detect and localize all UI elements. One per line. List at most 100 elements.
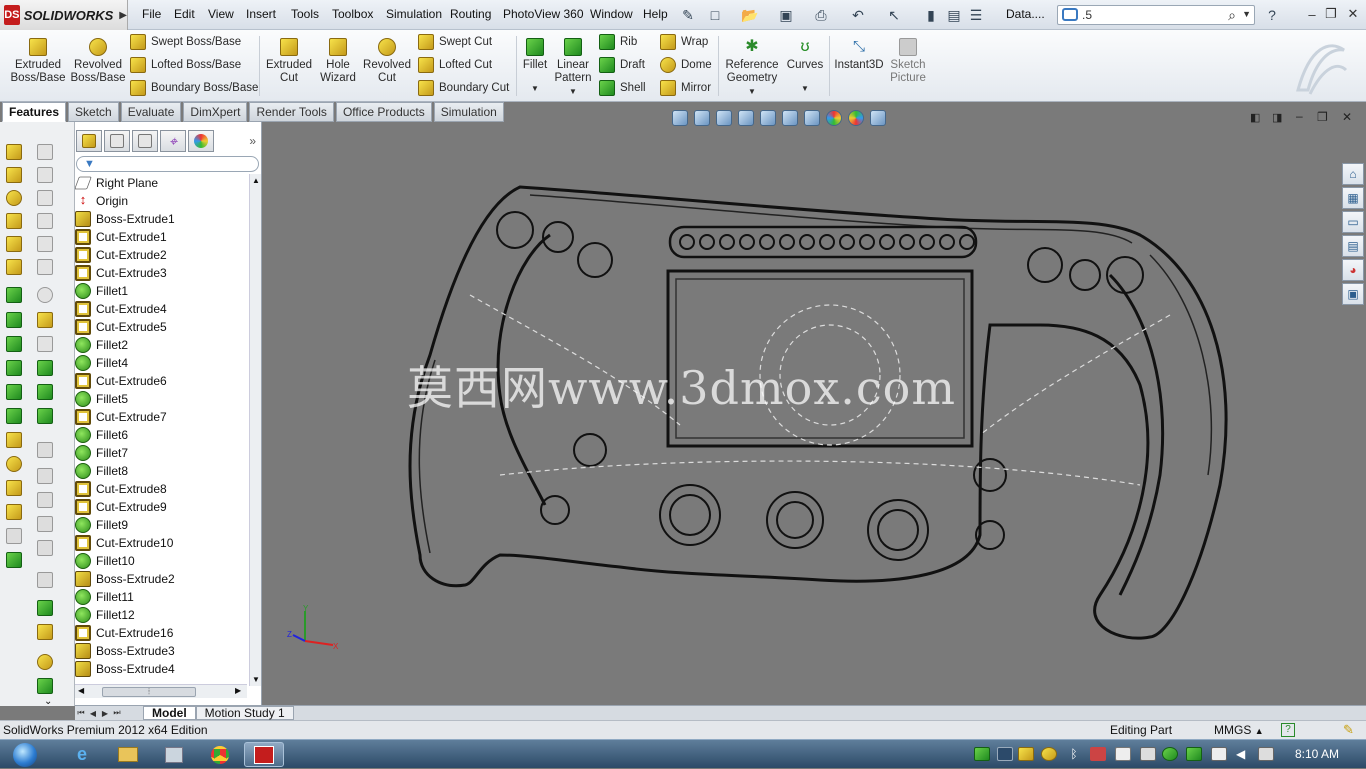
tab-render-tools[interactable]: Render Tools bbox=[249, 102, 334, 122]
feature-tree-item[interactable]: Boss-Extrude4 bbox=[75, 660, 249, 678]
hole-wizard-button[interactable]: Hole Wizard bbox=[316, 38, 360, 85]
feature-tree-item[interactable]: Fillet10 bbox=[75, 552, 249, 570]
feature-tree-item[interactable]: Boss-Extrude3 bbox=[75, 642, 249, 660]
scroll-down-icon[interactable]: ▼ bbox=[252, 675, 260, 684]
close-button[interactable]: ✕ bbox=[1344, 6, 1362, 22]
tab-motion-study[interactable]: Motion Study 1 bbox=[195, 706, 294, 720]
feature-tree-item[interactable]: Cut-Extrude10 bbox=[75, 534, 249, 552]
feature-tree-item[interactable]: Fillet5 bbox=[75, 390, 249, 408]
feature-tree-item[interactable]: Fillet1 bbox=[75, 282, 249, 300]
save-icon[interactable]: ▣ bbox=[776, 5, 796, 25]
indent-tool-icon[interactable] bbox=[6, 528, 22, 544]
flex-tool-icon[interactable] bbox=[6, 480, 22, 496]
property-manager-tab[interactable] bbox=[104, 130, 130, 152]
bluetooth-icon[interactable]: ᛒ bbox=[1066, 747, 1082, 761]
mold-tool-icon[interactable] bbox=[37, 572, 53, 588]
linear-pattern-button[interactable]: Linear Pattern ▼ bbox=[552, 38, 594, 98]
box-tool-icon[interactable] bbox=[37, 144, 53, 160]
menu-edit[interactable]: Edit bbox=[174, 7, 195, 21]
chevron-down-icon[interactable]: ▼ bbox=[1242, 9, 1251, 19]
feature-tree-item[interactable]: Cut-Extrude3 bbox=[75, 264, 249, 282]
network-icon[interactable] bbox=[1258, 747, 1274, 761]
menu-tools[interactable]: Tools bbox=[291, 7, 319, 21]
dome-button[interactable]: Dome bbox=[660, 57, 712, 73]
tab-sketch[interactable]: Sketch bbox=[68, 102, 119, 122]
menu-simulation[interactable]: Simulation bbox=[386, 7, 442, 21]
chevron-down-icon[interactable]: ▼ bbox=[520, 82, 550, 95]
sheet-metal-tool-icon[interactable] bbox=[37, 600, 53, 616]
chevron-down-icon[interactable]: ▼ bbox=[552, 85, 594, 98]
feature-tree-item[interactable]: Fillet7 bbox=[75, 444, 249, 462]
appearances-icon[interactable]: ◕ bbox=[1342, 259, 1364, 281]
taskbar-explorer[interactable] bbox=[108, 742, 148, 767]
tray-battery-icon[interactable] bbox=[1186, 747, 1202, 761]
revolved-boss-button[interactable]: Revolved Boss/Base bbox=[70, 38, 126, 85]
feature-tree-item[interactable]: Cut-Extrude4 bbox=[75, 300, 249, 318]
tray-monitor-icon[interactable] bbox=[997, 747, 1013, 761]
tray-device-icon[interactable] bbox=[1115, 747, 1131, 761]
new-document-icon[interactable]: □ bbox=[705, 5, 725, 25]
box-tool-icon[interactable] bbox=[37, 167, 53, 183]
print-icon[interactable]: ⎙ bbox=[811, 5, 831, 25]
apply-scene-icon[interactable] bbox=[848, 110, 864, 126]
draft-button[interactable]: Draft bbox=[599, 57, 645, 73]
undo-icon[interactable]: ↶ bbox=[848, 5, 868, 25]
box-tool-icon[interactable] bbox=[37, 190, 53, 206]
chevron-down-icon[interactable]: ⌄ bbox=[44, 696, 52, 707]
tree-vertical-scrollbar[interactable]: ▲ ▼ bbox=[249, 174, 261, 686]
start-button[interactable] bbox=[6, 740, 44, 769]
boundary-cut-button[interactable]: Boundary Cut bbox=[418, 80, 509, 96]
instant3d-tool-icon[interactable] bbox=[37, 678, 53, 694]
view-orientation-icon[interactable] bbox=[760, 110, 776, 126]
boss-tool-icon[interactable] bbox=[6, 144, 22, 160]
open-folder-icon[interactable]: 📂 bbox=[740, 5, 760, 25]
menu-view[interactable]: View bbox=[208, 7, 234, 21]
scrollbar-thumb[interactable]: ⦙ bbox=[102, 687, 196, 697]
tab-simulation[interactable]: Simulation bbox=[433, 102, 504, 122]
tab-dimxpert[interactable]: DimXpert bbox=[183, 102, 248, 122]
minimize-button[interactable]: – bbox=[1303, 6, 1321, 22]
units-selector[interactable]: MMGS ▲ bbox=[1214, 723, 1264, 737]
volume-icon[interactable]: ◀ bbox=[1236, 747, 1252, 761]
feature-tree-item[interactable]: ↕ Origin bbox=[75, 192, 249, 210]
curves-button[interactable]: ʊ Curves ▼ bbox=[784, 38, 826, 95]
draft-tool-icon[interactable] bbox=[6, 360, 22, 376]
plane-tool-icon[interactable] bbox=[37, 336, 53, 352]
dimxpert-tool-icon[interactable] bbox=[37, 312, 53, 328]
chevron-down-icon[interactable]: ▼ bbox=[784, 82, 826, 95]
deform-tool-icon[interactable] bbox=[6, 504, 22, 520]
rib-tool-icon[interactable] bbox=[6, 384, 22, 400]
feature-tree-item[interactable]: Cut-Extrude5 bbox=[75, 318, 249, 336]
sweep-tool-icon[interactable] bbox=[6, 213, 22, 229]
weldment-tool-icon[interactable] bbox=[37, 624, 53, 640]
scroll-left-icon[interactable]: ◀ bbox=[78, 686, 84, 695]
move-tool-icon[interactable] bbox=[37, 360, 53, 376]
display-style-icon[interactable] bbox=[782, 110, 798, 126]
scroll-up-icon[interactable]: ▲ bbox=[252, 176, 260, 185]
restore-button[interactable]: ❐ bbox=[1322, 6, 1340, 22]
shell-button[interactable]: Shell bbox=[599, 80, 646, 96]
tab-evaluate[interactable]: Evaluate bbox=[120, 102, 182, 122]
menu-help[interactable]: Help bbox=[643, 7, 668, 21]
tile-left-icon[interactable]: ◧ bbox=[1250, 111, 1260, 124]
feature-tree-item[interactable]: Boss-Extrude2 bbox=[75, 570, 249, 588]
viewport-minimize-button[interactable]: – bbox=[1296, 109, 1303, 123]
view-palette-icon[interactable]: ▤ bbox=[1342, 235, 1364, 257]
menu-file[interactable]: File bbox=[142, 7, 161, 21]
configuration-manager-tab[interactable] bbox=[132, 130, 158, 152]
tab-office-products[interactable]: Office Products bbox=[335, 102, 432, 122]
combine-tool-icon[interactable] bbox=[6, 552, 22, 568]
menu-routing[interactable]: Routing bbox=[450, 7, 491, 21]
feature-tree-item[interactable]: Fillet2 bbox=[75, 336, 249, 354]
fillet-tool-icon[interactable] bbox=[6, 287, 22, 303]
menu-insert[interactable]: Insert bbox=[246, 7, 276, 21]
taskbar-internet-explorer[interactable]: e bbox=[62, 742, 102, 767]
viewport-restore-button[interactable]: ❐ bbox=[1317, 110, 1328, 124]
feature-tree-item[interactable]: Fillet6 bbox=[75, 426, 249, 444]
feature-tree-item[interactable]: Cut-Extrude6 bbox=[75, 372, 249, 390]
tray-face-icon[interactable] bbox=[1041, 747, 1057, 761]
mirror-button[interactable]: Mirror bbox=[660, 80, 711, 96]
chamfer-tool-icon[interactable] bbox=[6, 312, 22, 328]
select-arrow-icon[interactable]: ↖ bbox=[884, 5, 904, 25]
view-settings-icon[interactable] bbox=[870, 110, 886, 126]
